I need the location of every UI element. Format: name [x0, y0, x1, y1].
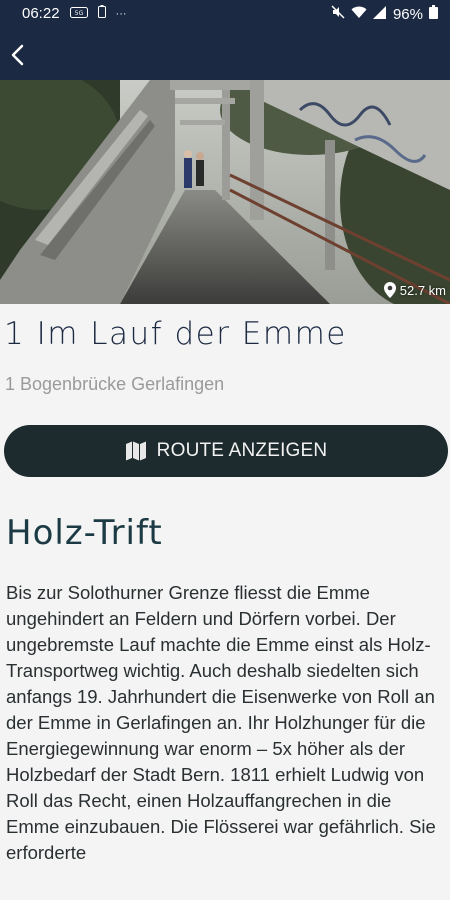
app-bar	[0, 28, 450, 80]
battery-icon	[429, 5, 438, 23]
distance-value: 52.7 km	[399, 282, 446, 298]
stop-title: 1 Im Lauf der Emme	[4, 316, 347, 352]
stop-subtitle: 1 Bogenbrücke Gerlafingen	[5, 374, 225, 394]
status-bar: 06:22 5G ··· 96%	[0, 0, 450, 28]
status-time: 06:22	[22, 5, 60, 22]
signal-icon	[372, 5, 387, 23]
back-button[interactable]	[2, 36, 40, 74]
svg-text:5G: 5G	[74, 10, 83, 17]
section-body: Bis zur Solothurner Grenze fliesst die E…	[6, 582, 436, 863]
hero-photo: 52.7 km	[0, 80, 450, 304]
distance-badge: 52.7 km	[383, 282, 446, 298]
chevron-left-icon	[11, 44, 24, 66]
battery-saver-icon	[97, 5, 106, 22]
location-pin-icon	[383, 282, 396, 298]
map-icon	[125, 441, 146, 461]
mute-icon	[331, 5, 345, 23]
battery-level: 96%	[392, 5, 423, 23]
section-heading: Holz-Trift	[6, 513, 163, 553]
more-notifications: ···	[115, 7, 127, 20]
wifi-icon	[351, 6, 367, 23]
show-route-label: ROUTE ANZEIGEN	[156, 440, 328, 461]
show-route-button[interactable]: ROUTE ANZEIGEN	[4, 425, 448, 477]
bridge-photo	[0, 80, 450, 304]
notification-badge-icon: 5G	[69, 5, 88, 22]
